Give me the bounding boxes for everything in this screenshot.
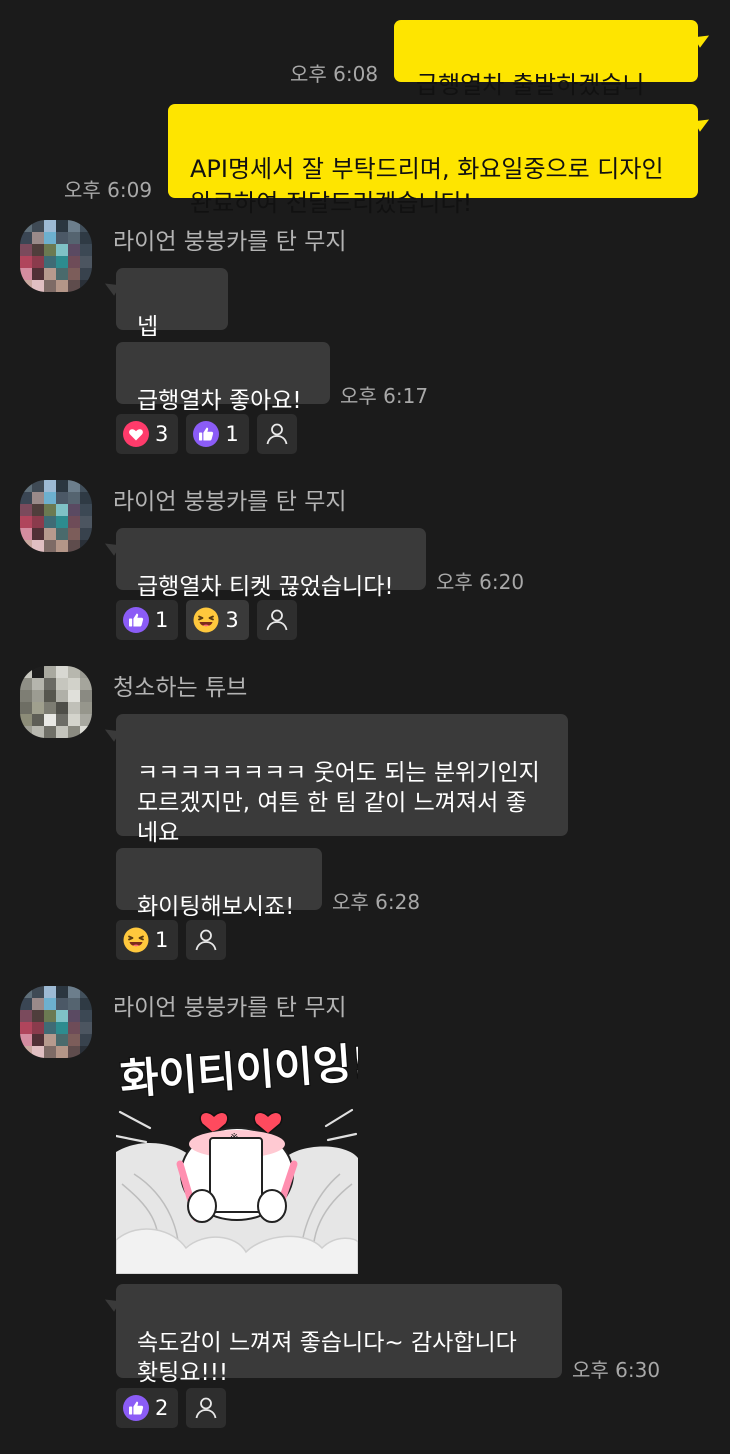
avatar[interactable] xyxy=(20,220,92,292)
thumbs-up-icon xyxy=(123,607,149,633)
sender-name: 청소하는 튜브 xyxy=(113,675,248,701)
add-reaction-button[interactable] xyxy=(256,600,297,640)
sticker-image[interactable]: 화이티이이잉! ※ xyxy=(116,1034,358,1274)
reaction-count: 1 xyxy=(155,928,169,952)
reaction-laugh[interactable]: 1 xyxy=(116,920,179,960)
add-reaction-button[interactable] xyxy=(186,920,227,960)
reaction-bar: 3 1 xyxy=(116,414,297,454)
message-time: 오후 6:17 xyxy=(340,384,429,408)
incoming-message-bubble[interactable]: 넵~~~ xyxy=(101,268,228,370)
person-icon xyxy=(266,423,288,445)
avatar[interactable] xyxy=(20,480,92,552)
message-time: 오후 6:20 xyxy=(436,570,525,594)
person-icon xyxy=(266,609,288,631)
reaction-laugh[interactable]: 3 xyxy=(186,600,249,640)
add-reaction-button[interactable] xyxy=(186,1388,227,1428)
sender-name: 라이언 붕붕카를 탄 무지 xyxy=(113,489,347,515)
avatar[interactable] xyxy=(20,666,92,738)
laughing-face-icon xyxy=(193,607,219,633)
reaction-count: 3 xyxy=(225,608,239,632)
heart-icon xyxy=(123,421,149,447)
incoming-message-bubble[interactable]: 급행열차 티켓 끊었습니다! xyxy=(101,528,426,600)
message-time: 오후 6:08 xyxy=(290,62,379,86)
sender-name: 라이언 붕붕카를 탄 무지 xyxy=(113,995,347,1021)
thumbs-up-icon xyxy=(123,1395,149,1421)
thumbs-up-icon xyxy=(193,421,220,447)
reaction-count: 1 xyxy=(225,422,239,446)
message-text: 급행열차 티켓 끊었습니다! xyxy=(137,574,394,600)
sticker-lettering: 화이티이이잉! xyxy=(118,1038,358,1104)
incoming-message-bubble[interactable]: 화이팅해보시죠! xyxy=(116,848,322,920)
person-icon xyxy=(195,929,217,951)
message-text: 속도감이 느껴져 좋습니다~ 감사합니다 홧팅요!!! xyxy=(137,1330,517,1386)
add-reaction-button[interactable] xyxy=(256,414,297,454)
reaction-count: 2 xyxy=(155,1396,169,1420)
incoming-message-bubble[interactable]: ㅋㅋㅋㅋㅋㅋㅋㅋ 웃어도 되는 분위기인지 모르겠지만, 여튼 한 팀 같이 느… xyxy=(101,714,568,846)
reaction-count: 1 xyxy=(155,608,169,632)
person-icon xyxy=(195,1397,217,1419)
reaction-like[interactable]: 1 xyxy=(186,414,249,454)
avatar[interactable] xyxy=(20,986,92,1058)
message-text: API명세서 잘 부탁드리며, 화요일중으로 디자인 완료하여 전달드리겠습니다… xyxy=(190,155,664,217)
reaction-count: 3 xyxy=(155,422,169,446)
laughing-face-icon xyxy=(123,927,149,953)
message-text: 화이팅해보시죠! xyxy=(137,894,295,920)
reaction-like[interactable]: 1 xyxy=(116,600,179,640)
reaction-like[interactable]: 2 xyxy=(116,1388,179,1428)
message-text: ㅋㅋㅋㅋㅋㅋㅋㅋ 웃어도 되는 분위기인지 모르겠지만, 여튼 한 팀 같이 느… xyxy=(137,760,540,846)
reaction-bar: 2 xyxy=(116,1388,227,1428)
reaction-heart[interactable]: 3 xyxy=(116,414,179,454)
outgoing-message-bubble[interactable]: API명세서 잘 부탁드리며, 화요일중으로 디자인 완료하여 전달드리겠습니다… xyxy=(168,104,713,217)
outgoing-message-bubble[interactable]: 급행열차 출발하겠습니다! xyxy=(394,20,713,133)
sticker-illustration: 화이티이이잉! ※ xyxy=(116,1036,358,1274)
incoming-message-bubble[interactable]: 속도감이 느껴져 좋습니다~ 감사합니다 홧팅요!!! xyxy=(101,1284,562,1386)
message-text: 급행열차 좋아요! xyxy=(137,388,302,414)
reaction-bar: 1 xyxy=(116,920,227,960)
sender-name: 라이언 붕붕카를 탄 무지 xyxy=(113,229,347,255)
message-time: 오후 6:30 xyxy=(572,1358,661,1382)
message-time: 오후 6:28 xyxy=(332,890,421,914)
incoming-message-bubble[interactable]: 급행열차 좋아요! xyxy=(116,342,330,414)
reaction-bar: 1 3 xyxy=(116,600,297,640)
message-time: 오후 6:09 xyxy=(64,178,153,202)
